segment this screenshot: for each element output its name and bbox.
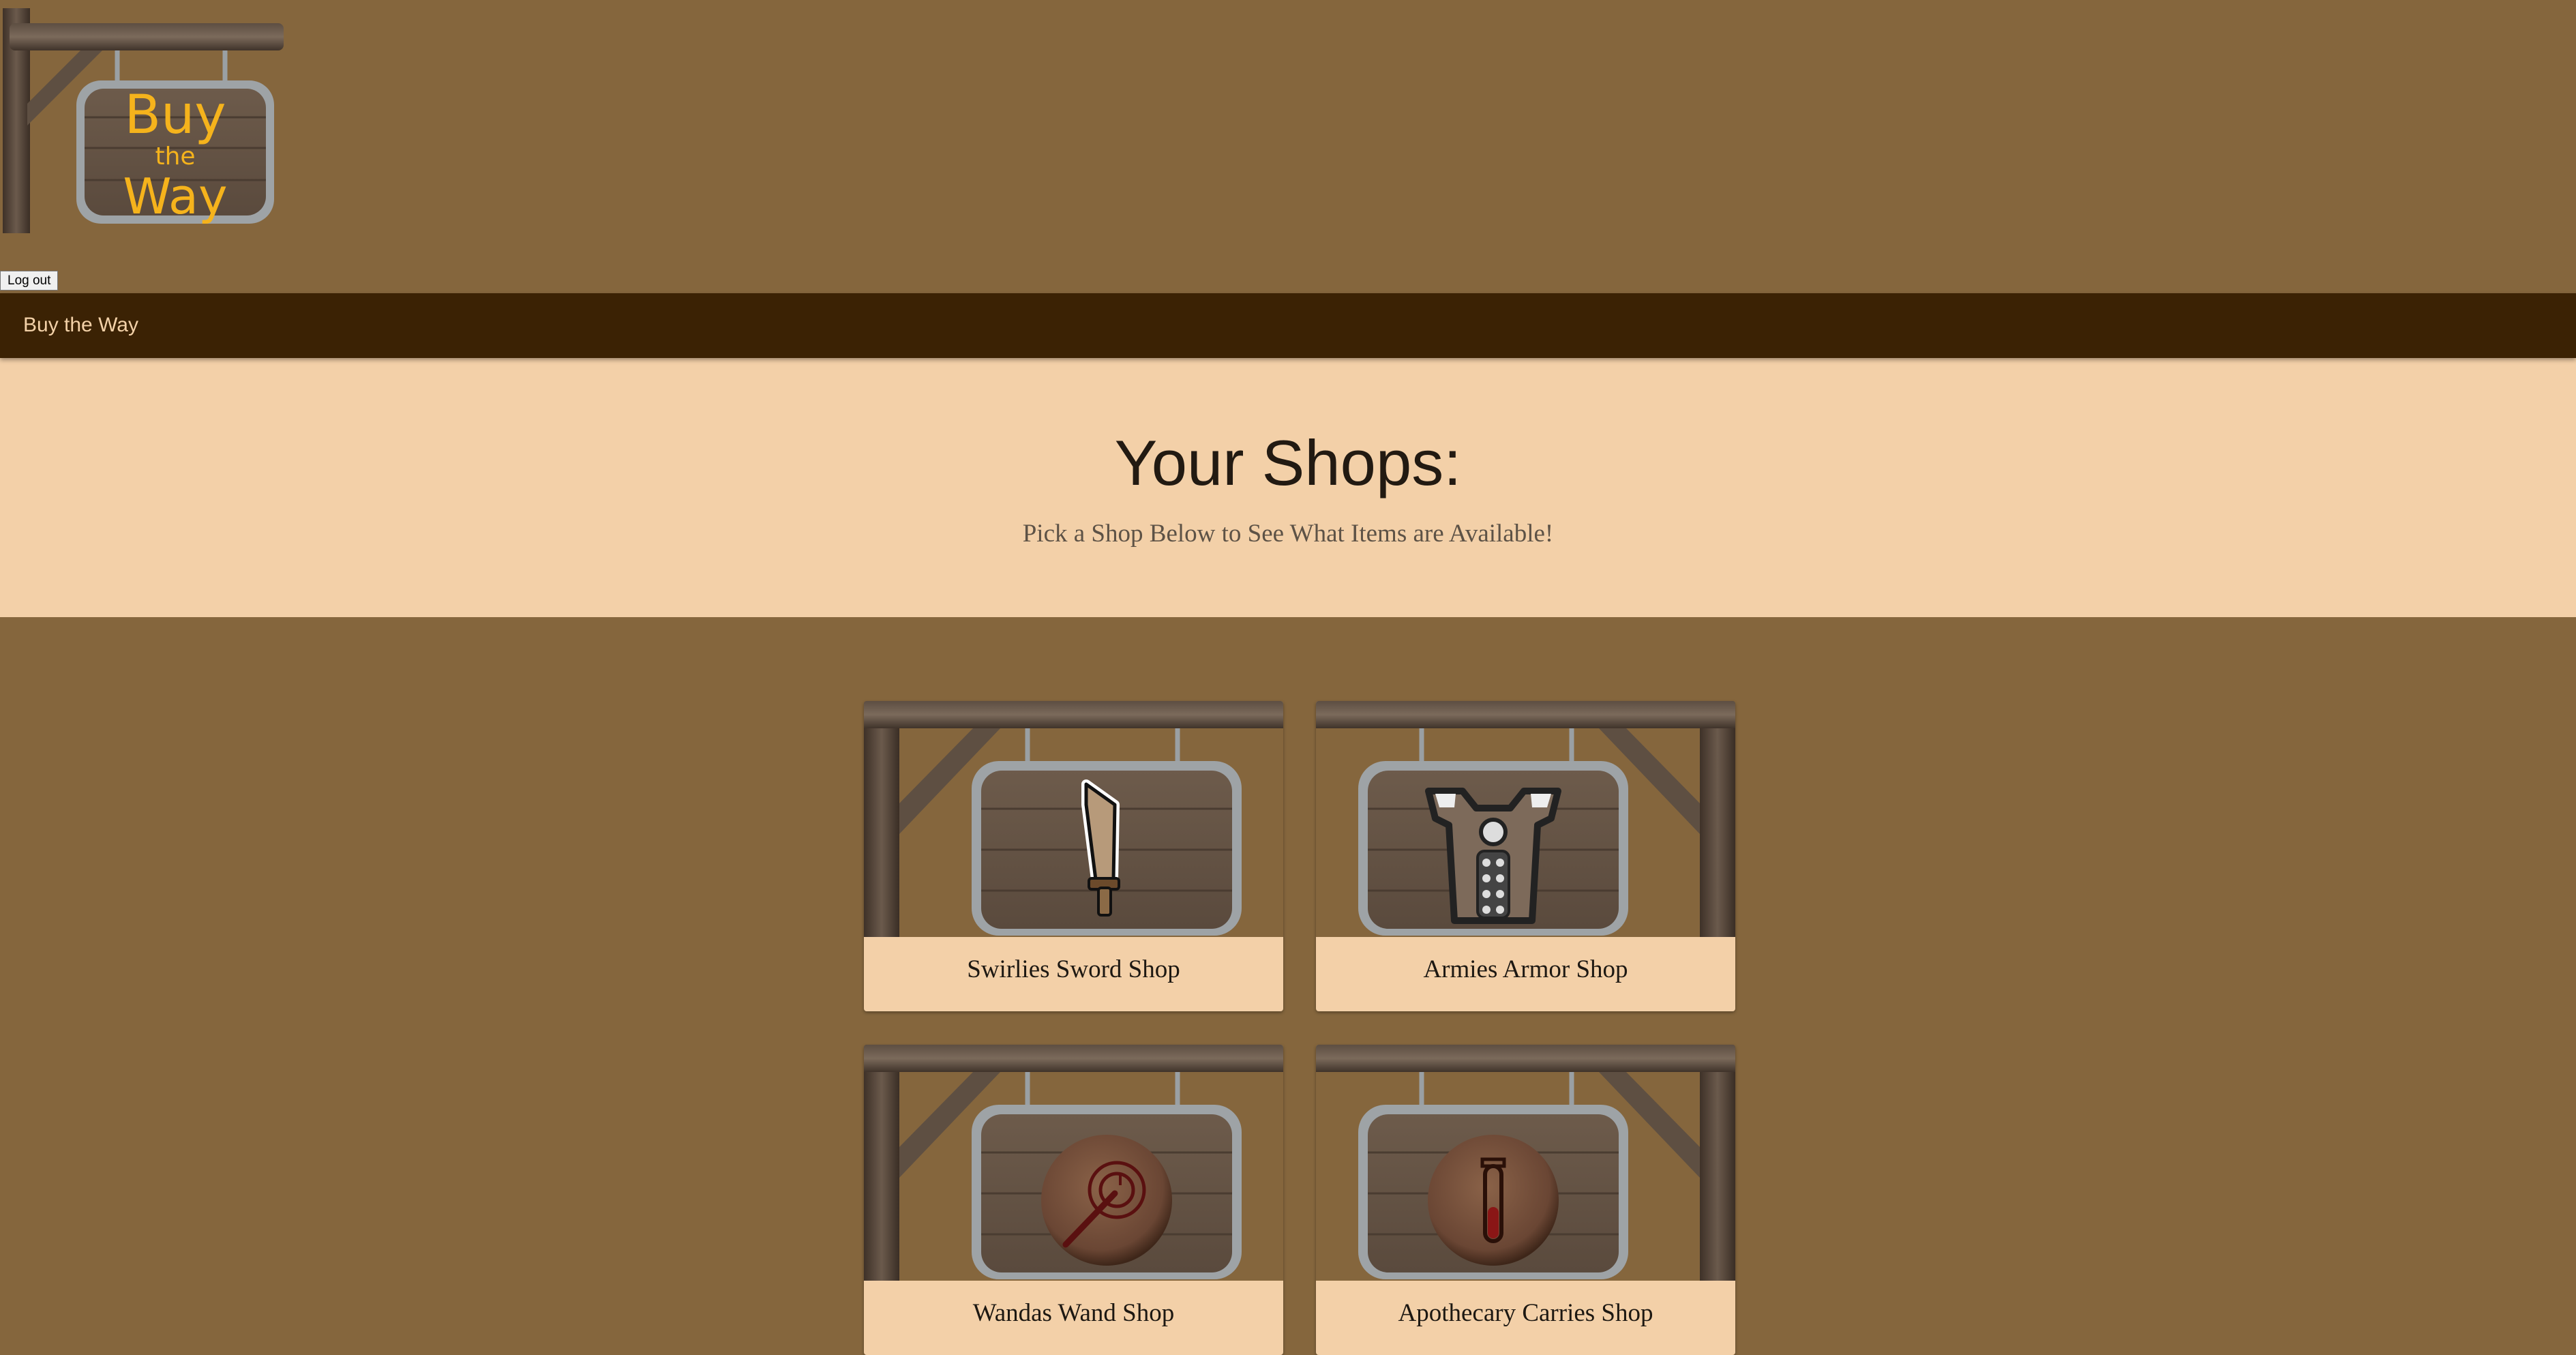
sword-icon: [1081, 779, 1120, 917]
shop-card-image: [1316, 701, 1735, 937]
shop-card-wand[interactable]: Wandas Wand Shop: [864, 1045, 1283, 1355]
shop-card-image: [864, 701, 1283, 937]
shop-card-title[interactable]: Armies Armor Shop: [1316, 937, 1735, 1011]
navbar-brand-link[interactable]: Buy the Way: [23, 314, 138, 337]
page-title: Your Shops:: [1114, 427, 1462, 498]
wand-icon: [1041, 1135, 1172, 1266]
logout-button[interactable]: Log out: [0, 271, 59, 291]
logo-word-way: Way: [123, 168, 228, 225]
shop-card-title[interactable]: Wandas Wand Shop: [864, 1281, 1283, 1355]
potion-icon: [1428, 1135, 1559, 1266]
hero-banner: Your Shops: Pick a Shop Below to See Wha…: [0, 358, 2576, 617]
shop-card-sword[interactable]: Swirlies Sword Shop: [864, 701, 1283, 1011]
shop-card-armor[interactable]: Armies Armor Shop: [1316, 701, 1735, 1011]
armor-icon: [1425, 788, 1561, 924]
shop-card-potion[interactable]: Apothecary Carries Shop: [1316, 1045, 1735, 1355]
shop-card-image: [1316, 1045, 1735, 1281]
shop-card-image: [864, 1045, 1283, 1281]
header-area: Buy the Way Log out: [0, 0, 2576, 293]
logo-text: Buy the Way: [76, 89, 274, 221]
navbar: Buy the Way: [0, 293, 2576, 358]
shop-card-title[interactable]: Apothecary Carries Shop: [1316, 1281, 1735, 1355]
site-logo[interactable]: Buy the Way: [0, 8, 286, 233]
shop-card-title[interactable]: Swirlies Sword Shop: [864, 937, 1283, 1011]
logo-word-the: the: [155, 143, 196, 170]
page-subtitle: Pick a Shop Below to See What Items are …: [1022, 520, 1554, 548]
logo-word-buy: Buy: [124, 85, 226, 146]
